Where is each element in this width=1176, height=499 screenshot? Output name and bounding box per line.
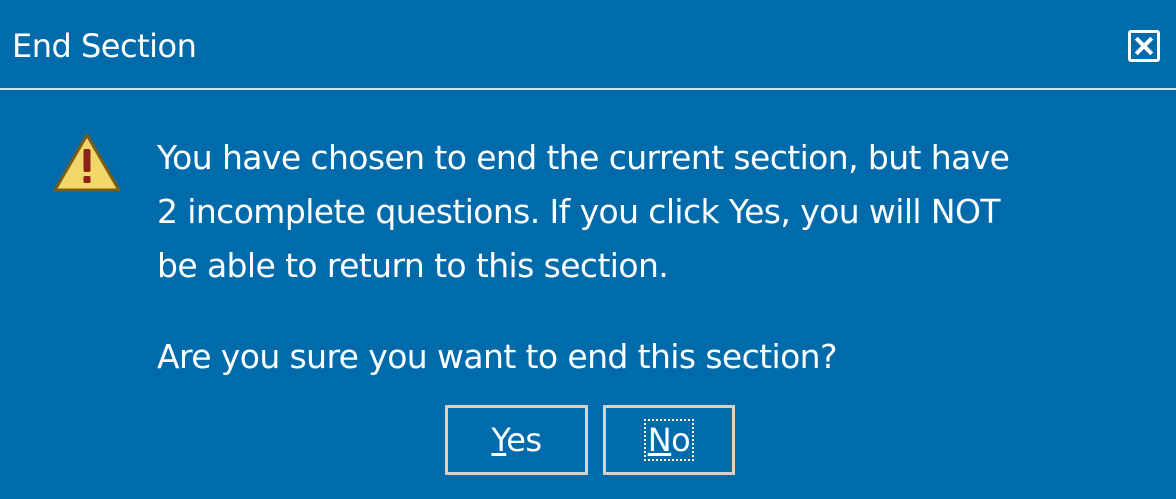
no-button[interactable]: No: [603, 405, 735, 475]
yes-label: es: [506, 421, 542, 459]
no-label: o: [671, 421, 691, 459]
dialog-question: Are you sure you want to end this sectio…: [157, 337, 838, 376]
dialog-title: End Section: [12, 27, 197, 65]
dialog-titlebar: End Section: [0, 0, 1176, 90]
end-section-dialog: End Section You have chosen to end the c…: [0, 0, 1176, 499]
no-mnemonic: N: [647, 421, 672, 459]
dialog-message: You have chosen to end the current secti…: [157, 131, 1147, 293]
message-line: be able to return to this section.: [157, 246, 669, 285]
yes-mnemonic: Y: [491, 421, 507, 459]
warning-icon: [53, 133, 121, 192]
message-line: You have chosen to end the current secti…: [157, 138, 1010, 177]
focus-ring: No: [643, 419, 695, 461]
close-icon[interactable]: [1128, 30, 1160, 62]
message-line: 2 incomplete questions. If you click Yes…: [157, 192, 1001, 231]
yes-button[interactable]: Yes: [445, 405, 588, 475]
